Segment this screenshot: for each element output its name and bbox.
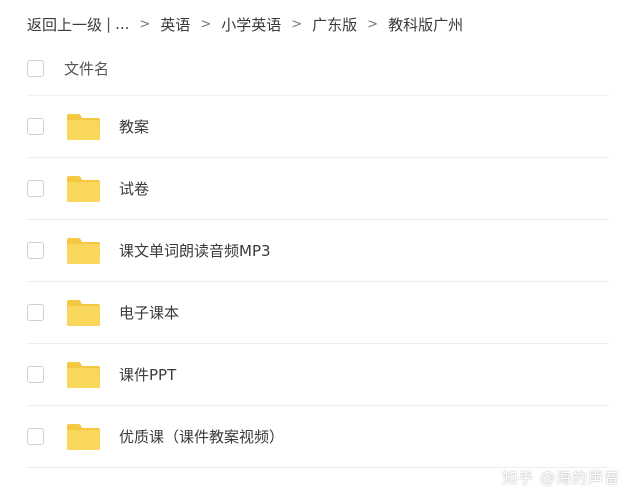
chevron-right-icon: > <box>139 16 151 32</box>
back-link[interactable]: 返回上一级 <box>27 14 102 35</box>
watermark: 知乎 @海的声音 <box>502 469 620 487</box>
folder-name[interactable]: 教案 <box>119 116 149 137</box>
breadcrumb-item-current: 教科版广州 <box>388 15 464 34</box>
breadcrumb-pipe: | <box>106 15 112 33</box>
folder-name[interactable]: 课文单词朗读音频MP3 <box>119 240 271 261</box>
file-list-header: 文件名 <box>27 41 609 96</box>
row-checkbox[interactable] <box>27 180 44 197</box>
folder-icon <box>65 113 102 141</box>
folder-name[interactable]: 优质课（课件教案视频） <box>119 426 284 447</box>
breadcrumb-ellipsis[interactable]: ... <box>115 15 129 33</box>
row-checkbox[interactable] <box>27 366 44 383</box>
column-header-filename: 文件名 <box>64 59 110 78</box>
chevron-right-icon: > <box>367 16 379 32</box>
folder-icon <box>65 361 102 389</box>
breadcrumb-item-primary-english[interactable]: 小学英语 <box>221 14 281 35</box>
list-item[interactable]: 优质课（课件教案视频） <box>27 406 609 468</box>
file-browser-page: 返回上一级 | ... > 英语 > 小学英语 > 广东版 > 教科版广州 文件… <box>0 0 640 501</box>
list-item[interactable]: 试卷 <box>27 158 609 220</box>
row-checkbox[interactable] <box>27 118 44 135</box>
select-all-checkbox[interactable] <box>27 59 44 77</box>
list-item[interactable]: 课件PPT <box>27 344 609 406</box>
list-item[interactable]: 教案 <box>27 96 609 158</box>
row-checkbox[interactable] <box>27 428 44 445</box>
breadcrumb: 返回上一级 | ... > 英语 > 小学英语 > 广东版 > 教科版广州 <box>27 12 463 36</box>
breadcrumb-back-group: 返回上一级 | ... <box>27 14 129 35</box>
breadcrumb-item-guangdong-edition[interactable]: 广东版 <box>312 14 357 35</box>
breadcrumb-item-english[interactable]: 英语 <box>160 14 190 35</box>
folder-icon <box>65 175 102 203</box>
row-checkbox[interactable] <box>27 304 44 321</box>
row-checkbox[interactable] <box>27 242 44 259</box>
folder-icon <box>65 237 102 265</box>
folder-name[interactable]: 电子课本 <box>119 302 179 323</box>
folder-icon <box>65 299 102 327</box>
chevron-right-icon: > <box>200 16 212 32</box>
chevron-right-icon: > <box>291 16 303 32</box>
list-item[interactable]: 电子课本 <box>27 282 609 344</box>
folder-icon <box>65 423 102 451</box>
folder-name[interactable]: 课件PPT <box>119 364 176 385</box>
folder-name[interactable]: 试卷 <box>119 178 149 199</box>
list-item[interactable]: 课文单词朗读音频MP3 <box>27 220 609 282</box>
